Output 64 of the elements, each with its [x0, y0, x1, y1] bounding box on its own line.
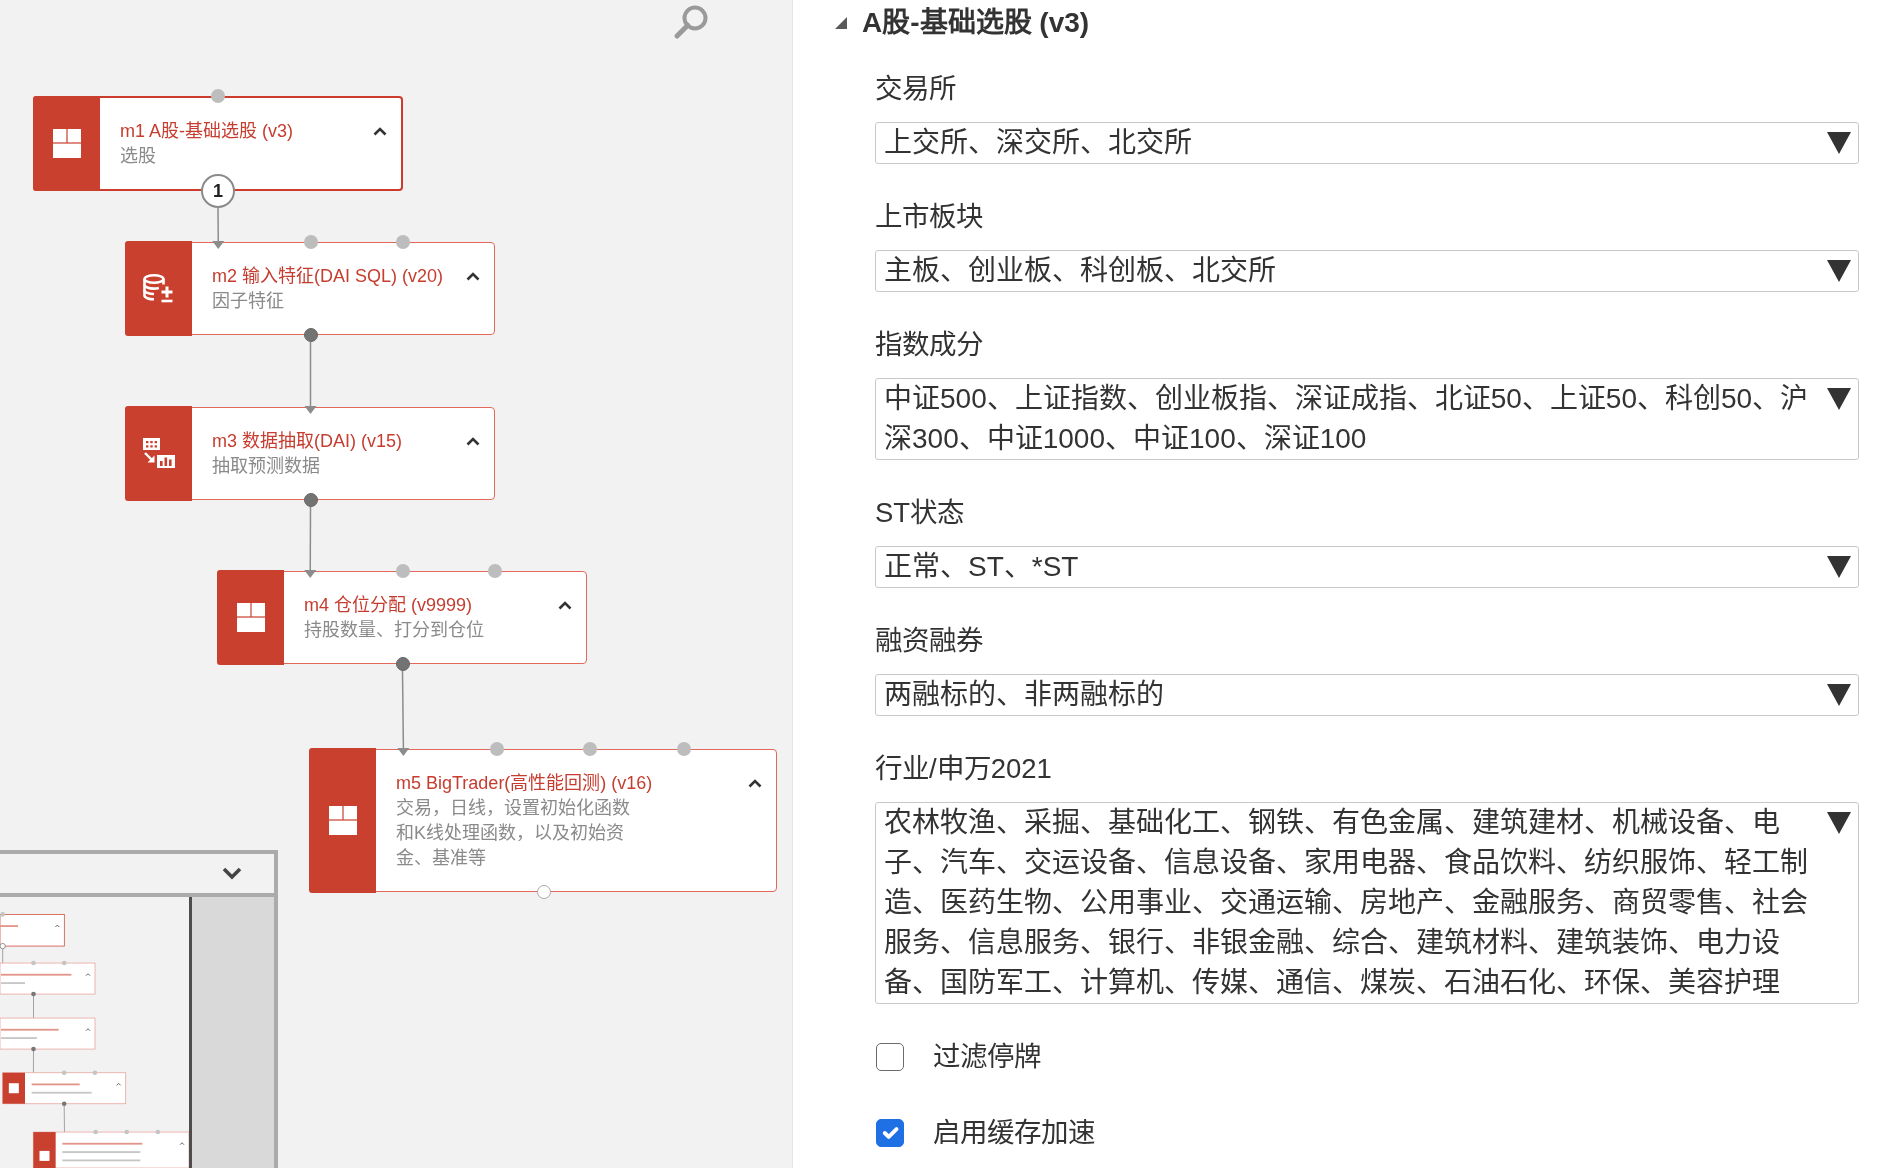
output-port-badge[interactable]: 1	[201, 174, 235, 208]
node-title: m5 BigTrader(高性能回测) (v16)	[396, 772, 654, 795]
input-port[interactable]	[211, 89, 225, 103]
input-port[interactable]	[487, 564, 502, 578]
window-grid-icon	[328, 805, 357, 835]
node-subtitle: 选股	[120, 145, 157, 168]
chevron-up-icon[interactable]	[466, 437, 480, 446]
checkbox-label[interactable]: 启用缓存加速	[933, 1113, 1095, 1153]
workflow-node[interactable]: m2 输入特征(DAI SQL) (v20) 因子特征	[126, 242, 495, 335]
dropdown-field[interactable]: 中证500、上证指数、创业板指、深证成指、北证50、上证50、科创50、沪深300、中证1000、中证100、深证100	[875, 378, 1859, 460]
search-icon[interactable]	[673, 4, 709, 40]
dropdown-field[interactable]: 农林牧渔、采掘、基础化工、钢铁、有色金属、建筑建材、机械设备、电子、汽车、交运设备、信息设备、家用电器、食品饮料、纺织服饰、轻工制造、医药生物、公用事业、交通运输、房地产、金融服务、商贸零售、社会服务、信息服务、银行、非银金融、综合、建筑材料、建筑装饰、电力设备、国防军工、计算机、传媒、通信、煤炭、石油石化、环保、美容护理	[875, 802, 1859, 1004]
field-label: 融资融券	[875, 624, 984, 658]
window-grid-icon	[52, 128, 81, 158]
panel-title: A股-基础选股 (v3)	[862, 6, 1090, 40]
field-label: ST状态	[875, 496, 966, 530]
dropdown-arrow-icon	[1827, 260, 1851, 282]
database-plus-icon	[142, 273, 175, 303]
dropdown-field[interactable]: 两融标的、非两融标的	[875, 674, 1859, 716]
chevron-up-icon[interactable]	[748, 779, 762, 788]
input-port[interactable]	[676, 742, 691, 756]
input-port[interactable]	[395, 564, 410, 578]
dropdown-arrow-icon	[1827, 556, 1851, 578]
minimap-node	[0, 912, 65, 950]
dropdown-arrow-icon	[1827, 388, 1851, 410]
field-label: 上市板块	[875, 200, 984, 234]
dropdown-field[interactable]: 主板、创业板、科创板、北交所	[875, 250, 1859, 292]
chevron-up-icon[interactable]	[466, 272, 480, 281]
window-grid-icon	[236, 602, 265, 632]
node-subtitle: 因子特征	[212, 290, 285, 313]
input-port[interactable]	[489, 742, 504, 756]
chevron-up-icon[interactable]	[558, 601, 572, 610]
minimap-connector	[63, 1103, 65, 1133]
workflow-node[interactable]: m4 仓位分配 (v9999) 持股数量、打分到仓位	[218, 571, 587, 664]
node-title: m3 数据抽取(DAI) (v15)	[212, 430, 403, 453]
node-subtitle: 抽取预测数据	[212, 455, 321, 478]
checkbox[interactable]	[876, 1119, 904, 1147]
input-port[interactable]	[303, 235, 318, 249]
dropdown-arrow-icon	[1827, 684, 1851, 706]
minimap-connector	[33, 993, 34, 1019]
table-to-chart-icon	[142, 438, 175, 469]
node-title: m4 仓位分配 (v9999)	[304, 594, 474, 617]
node-title: m2 输入特征(DAI SQL) (v20)	[212, 265, 445, 288]
node-subtitle: 持股数量、打分到仓位	[304, 619, 485, 642]
dropdown-arrow-icon	[1827, 132, 1851, 154]
input-port[interactable]	[395, 235, 410, 249]
checkbox-label[interactable]: 过滤停牌	[933, 1037, 1041, 1077]
checkbox[interactable]	[876, 1043, 904, 1071]
dropdown-field[interactable]: 上交所、深交所、北交所	[875, 122, 1859, 164]
workflow-node[interactable]: m3 数据抽取(DAI) (v15) 抽取预测数据	[126, 407, 495, 500]
workflow-node[interactable]: m5 BigTrader(高性能回测) (v16) 交易，日线，设置初始化函数和K线处理函数，以及初始资金、基准等	[310, 749, 777, 892]
field-label: 行业/申万2021	[875, 752, 1053, 786]
chevron-up-icon[interactable]	[373, 127, 387, 136]
chevron-down-icon[interactable]	[222, 867, 242, 880]
dropdown-arrow-icon	[1827, 812, 1851, 834]
minimap-connector	[32, 1048, 34, 1074]
field-label: 交易所	[875, 72, 957, 106]
dropdown-field[interactable]: 正常、ST、*ST	[875, 546, 1859, 588]
expanded-triangle-icon[interactable]	[835, 17, 847, 29]
node-title: m1 A股-基础选股 (v3)	[120, 120, 294, 143]
minimap-viewport[interactable]	[0, 897, 192, 1168]
field-label: 指数成分	[875, 328, 984, 362]
input-port[interactable]	[583, 742, 598, 756]
node-subtitle: 交易，日线，设置初始化函数和K线处理函数，以及初始资金、基准等	[396, 797, 631, 870]
